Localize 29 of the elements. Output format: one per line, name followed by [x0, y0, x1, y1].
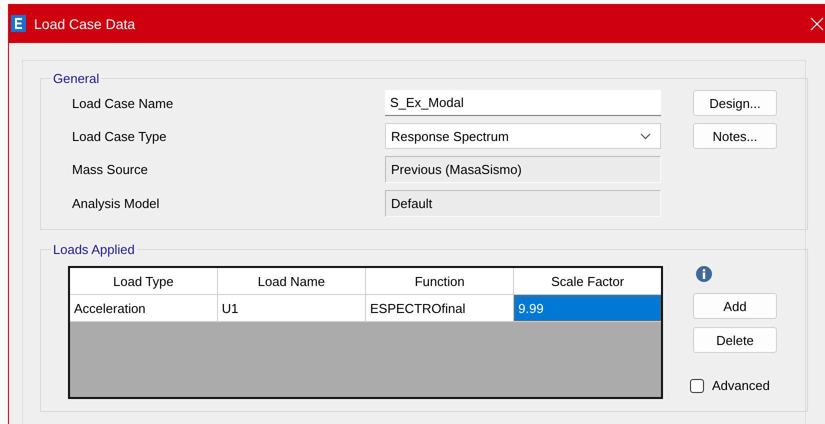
table-cell[interactable]: U1 [217, 294, 366, 322]
table-cell[interactable]: Acceleration [69, 294, 218, 322]
group-title: Loads Applied [52, 242, 136, 257]
design-button[interactable]: Design... [693, 90, 777, 116]
delete-button[interactable]: Delete [693, 327, 777, 353]
field-label: Analysis Model [72, 196, 160, 211]
column-header: Scale Factor [514, 267, 662, 294]
group-title: General [52, 71, 100, 86]
dropdown[interactable]: Response Spectrum [385, 123, 661, 149]
table-cell[interactable]: ESPECTROfinal [366, 294, 514, 322]
readonly-field: Default [385, 190, 661, 217]
column-header: Load Name [217, 267, 366, 294]
window-title: Load Case Data [34, 16, 136, 32]
add-button[interactable]: Add [693, 293, 777, 319]
column-header: Load Type [69, 267, 218, 294]
caret-icon [640, 132, 651, 140]
app-logo-icon [11, 15, 26, 32]
field-label: Load Case Type [72, 128, 168, 144]
checkbox-label: Advanced [712, 378, 770, 393]
column-header: Function [366, 267, 514, 294]
readonly-field: Previous (MasaSismo) [385, 156, 661, 183]
info-icon [696, 266, 712, 282]
notes-button[interactable]: Notes... [693, 123, 777, 149]
table-cell[interactable]: 9.99 [514, 294, 662, 322]
field-label: Mass Source [72, 162, 149, 177]
advanced-checkbox[interactable] [690, 378, 704, 392]
text-field[interactable]: S_Ex_Modal [385, 90, 661, 116]
close-icon[interactable] [810, 16, 824, 30]
field-label: Load Case Name [72, 96, 174, 110]
